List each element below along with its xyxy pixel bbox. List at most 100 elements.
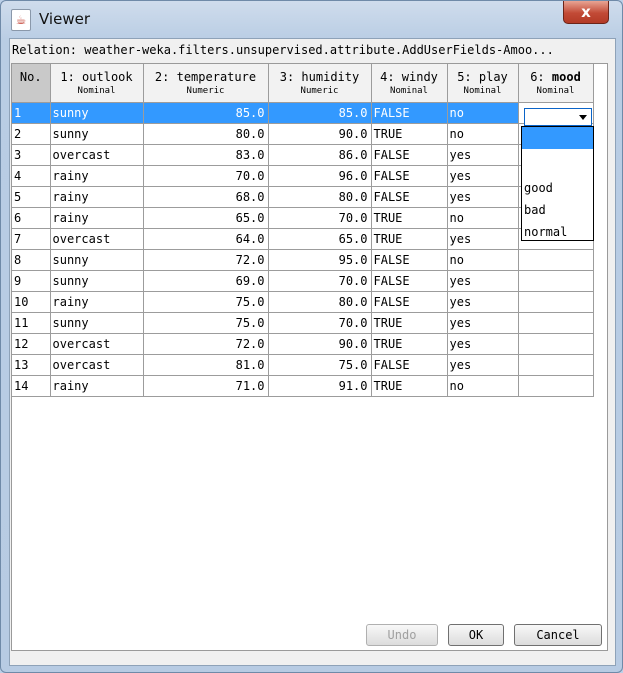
cell-outlook[interactable]: rainy <box>50 291 144 313</box>
cell-outlook[interactable]: sunny <box>50 312 144 334</box>
table-row[interactable]: 14 rainy 71.0 91.0 TRUE no <box>12 375 594 397</box>
cell-outlook[interactable]: rainy <box>50 165 144 187</box>
cancel-button[interactable]: Cancel <box>514 624 602 646</box>
chevron-down-icon[interactable] <box>579 115 587 120</box>
cell-humidity[interactable]: 90.0 <box>268 123 372 145</box>
column-header-humidity[interactable]: 3: humidity Numeric <box>268 64 372 103</box>
data-table-container[interactable]: No. 1: outlook Nominal 2: temperature Nu… <box>11 63 608 651</box>
cell-humidity[interactable]: 90.0 <box>268 333 372 355</box>
table-row[interactable]: 7 overcast 64.0 65.0 TRUE yes <box>12 228 594 250</box>
table-row[interactable]: 4 rainy 70.0 96.0 FALSE yes <box>12 165 594 187</box>
table-row[interactable]: 5 rainy 68.0 80.0 FALSE yes <box>12 186 594 208</box>
ok-button[interactable]: OK <box>448 624 504 646</box>
table-row[interactable]: 10 rainy 75.0 80.0 FALSE yes <box>12 291 594 313</box>
cell-outlook[interactable]: overcast <box>50 333 144 355</box>
cell-outlook[interactable]: overcast <box>50 144 144 166</box>
cell-temperature[interactable]: 71.0 <box>143 375 269 397</box>
cell-outlook[interactable]: sunny <box>50 102 144 124</box>
table-row[interactable]: 9 sunny 69.0 70.0 FALSE yes <box>12 270 594 292</box>
cell-windy[interactable]: FALSE <box>371 249 448 271</box>
dropdown-option-normal[interactable]: normal <box>522 221 593 243</box>
cell-windy[interactable]: TRUE <box>371 123 448 145</box>
mood-dropdown[interactable] <box>524 108 592 126</box>
cell-temperature[interactable]: 81.0 <box>143 354 269 376</box>
cell-humidity[interactable]: 70.0 <box>268 270 372 292</box>
column-header-mood[interactable]: 6: mood Nominal <box>518 64 594 103</box>
cell-humidity[interactable]: 80.0 <box>268 186 372 208</box>
cell-outlook[interactable]: overcast <box>50 354 144 376</box>
cell-humidity[interactable]: 80.0 <box>268 291 372 313</box>
column-header-temperature[interactable]: 2: temperature Numeric <box>143 64 269 103</box>
cell-humidity[interactable]: 96.0 <box>268 165 372 187</box>
cell-mood[interactable] <box>518 354 594 376</box>
cell-temperature[interactable]: 72.0 <box>143 333 269 355</box>
cell-windy[interactable]: TRUE <box>371 228 448 250</box>
cell-humidity[interactable]: 85.0 <box>268 102 372 124</box>
cell-play[interactable]: yes <box>447 270 519 292</box>
cell-play[interactable]: yes <box>447 312 519 334</box>
cell-windy[interactable]: TRUE <box>371 312 448 334</box>
cell-mood[interactable] <box>518 333 594 355</box>
cell-windy[interactable]: FALSE <box>371 270 448 292</box>
cell-play[interactable]: no <box>447 123 519 145</box>
column-header-outlook[interactable]: 1: outlook Nominal <box>50 64 144 103</box>
cell-humidity[interactable]: 65.0 <box>268 228 372 250</box>
cell-outlook[interactable]: sunny <box>50 249 144 271</box>
cell-temperature[interactable]: 80.0 <box>143 123 269 145</box>
cell-windy[interactable]: TRUE <box>371 375 448 397</box>
cell-outlook[interactable]: sunny <box>50 270 144 292</box>
cell-temperature[interactable]: 83.0 <box>143 144 269 166</box>
cell-humidity[interactable]: 70.0 <box>268 312 372 334</box>
cell-mood[interactable] <box>518 375 594 397</box>
cell-play[interactable]: yes <box>447 291 519 313</box>
cell-temperature[interactable]: 65.0 <box>143 207 269 229</box>
cell-outlook[interactable]: rainy <box>50 375 144 397</box>
cell-play[interactable]: no <box>447 102 519 124</box>
cell-outlook[interactable]: sunny <box>50 123 144 145</box>
dropdown-option-empty[interactable] <box>522 127 593 149</box>
cell-play[interactable]: no <box>447 207 519 229</box>
cell-mood[interactable] <box>518 270 594 292</box>
cell-mood[interactable] <box>518 291 594 313</box>
cell-humidity[interactable]: 70.0 <box>268 207 372 229</box>
cell-temperature[interactable]: 75.0 <box>143 312 269 334</box>
cell-temperature[interactable]: 75.0 <box>143 291 269 313</box>
cell-humidity[interactable]: 91.0 <box>268 375 372 397</box>
cell-temperature[interactable]: 68.0 <box>143 186 269 208</box>
cell-temperature[interactable]: 64.0 <box>143 228 269 250</box>
column-header-no[interactable]: No. <box>12 64 51 103</box>
cell-temperature[interactable]: 69.0 <box>143 270 269 292</box>
undo-button[interactable]: Undo <box>366 624 438 646</box>
table-row[interactable]: 2 sunny 80.0 90.0 TRUE no <box>12 123 594 145</box>
cell-play[interactable]: yes <box>447 144 519 166</box>
table-row[interactable]: 8 sunny 72.0 95.0 FALSE no <box>12 249 594 271</box>
dropdown-option-good[interactable]: good <box>522 177 593 199</box>
cell-mood[interactable] <box>518 312 594 334</box>
cell-play[interactable]: no <box>447 249 519 271</box>
cell-play[interactable]: yes <box>447 186 519 208</box>
cell-play[interactable]: yes <box>447 333 519 355</box>
cell-play[interactable]: yes <box>447 165 519 187</box>
table-row[interactable]: 3 overcast 83.0 86.0 FALSE yes <box>12 144 594 166</box>
cell-temperature[interactable]: 85.0 <box>143 102 269 124</box>
cell-play[interactable]: yes <box>447 354 519 376</box>
cell-humidity[interactable]: 75.0 <box>268 354 372 376</box>
cell-windy[interactable]: FALSE <box>371 186 448 208</box>
dropdown-option-bad[interactable]: bad <box>522 199 593 221</box>
cell-windy[interactable]: TRUE <box>371 333 448 355</box>
cell-humidity[interactable]: 86.0 <box>268 144 372 166</box>
cell-temperature[interactable]: 72.0 <box>143 249 269 271</box>
column-header-play[interactable]: 5: play Nominal <box>447 64 519 103</box>
cell-play[interactable]: yes <box>447 228 519 250</box>
table-row[interactable]: 6 rainy 65.0 70.0 TRUE no <box>12 207 594 229</box>
cell-windy[interactable]: FALSE <box>371 354 448 376</box>
table-row[interactable]: 1 sunny 85.0 85.0 FALSE no <box>12 102 594 124</box>
cell-play[interactable]: no <box>447 375 519 397</box>
title-bar[interactable]: ☕ Viewer x <box>1 1 622 39</box>
cell-outlook[interactable]: rainy <box>50 207 144 229</box>
cell-outlook[interactable]: rainy <box>50 186 144 208</box>
cell-temperature[interactable]: 70.0 <box>143 165 269 187</box>
table-row[interactable]: 13 overcast 81.0 75.0 FALSE yes <box>12 354 594 376</box>
cell-windy[interactable]: FALSE <box>371 144 448 166</box>
cell-windy[interactable]: FALSE <box>371 291 448 313</box>
